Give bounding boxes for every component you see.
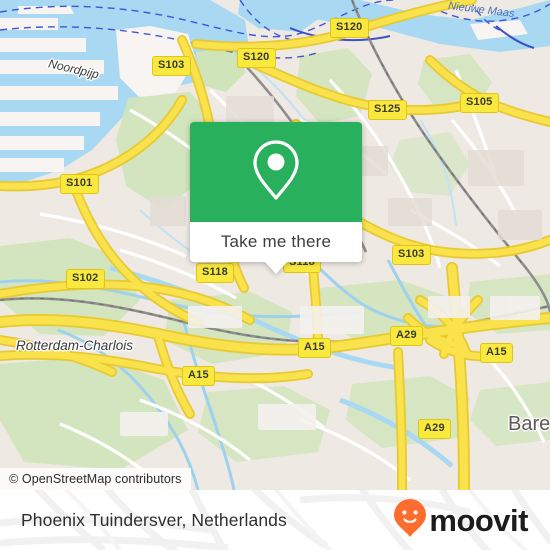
- road-shield[interactable]: S120: [330, 18, 369, 38]
- moovit-wordmark: moovit: [429, 502, 528, 538]
- map-pin-icon: [249, 137, 303, 208]
- callout-pointer-icon: [264, 261, 288, 274]
- map-attribution[interactable]: © OpenStreetMap contributors: [0, 468, 191, 490]
- footer-bar: Phoenix Tuindersver, Netherlands moovit: [0, 490, 550, 550]
- location-title: Phoenix Tuindersver, Netherlands: [21, 509, 287, 530]
- road-shield[interactable]: A15: [182, 366, 215, 386]
- road-shield[interactable]: S118: [196, 263, 234, 283]
- attribution-text: © OpenStreetMap contributors: [9, 472, 182, 486]
- road-shield[interactable]: S103: [392, 245, 431, 265]
- callout-icon-area: [190, 122, 362, 222]
- road-shield[interactable]: A15: [298, 338, 331, 358]
- take-me-there-label: Take me there: [220, 232, 332, 251]
- road-shield[interactable]: S105: [460, 93, 499, 113]
- take-me-there-callout[interactable]: Take me there: [190, 122, 362, 274]
- callout-action-area[interactable]: Take me there: [190, 222, 362, 274]
- road-shield[interactable]: S103: [152, 56, 191, 76]
- road-shield[interactable]: S125: [368, 100, 407, 120]
- road-shield[interactable]: S101: [60, 174, 99, 194]
- road-shield[interactable]: S120: [237, 48, 276, 68]
- road-shield[interactable]: A15: [480, 343, 513, 363]
- place-label-rotterdam-charlois: Rotterdam-Charlois: [16, 338, 134, 353]
- city-label-barendrecht: Baren: [508, 413, 550, 435]
- road-shield[interactable]: A29: [418, 419, 451, 439]
- road-shield[interactable]: S102: [66, 269, 105, 289]
- road-shield[interactable]: A29: [390, 326, 423, 346]
- screenshot-root: Nieuwe Maas Rotterdam-Charlois Noordpijp…: [0, 0, 550, 550]
- moovit-logo[interactable]: moovit: [393, 498, 528, 543]
- moovit-smiley-pin-icon: [393, 498, 427, 543]
